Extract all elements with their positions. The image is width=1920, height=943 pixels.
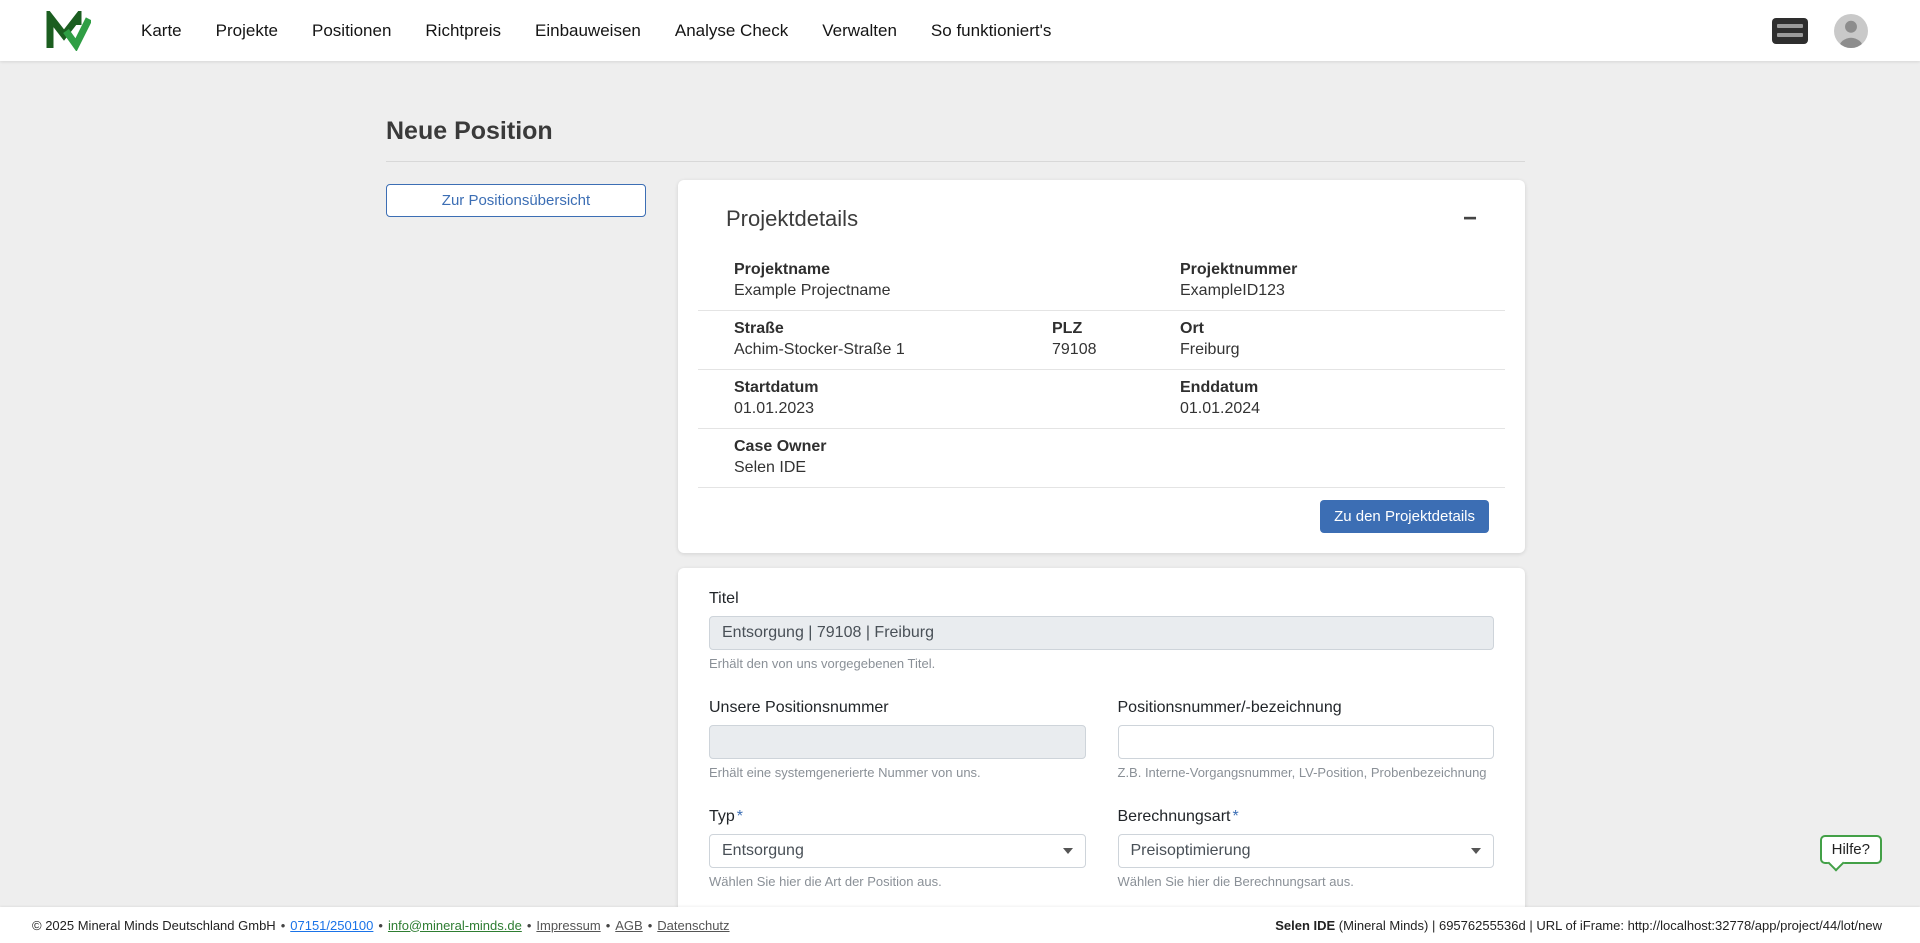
logo-m-check-icon xyxy=(46,6,93,52)
impressum-link[interactable]: Impressum xyxy=(536,918,600,933)
separator-dot: • xyxy=(647,917,653,933)
footer-user-name: Selen IDE xyxy=(1275,917,1336,933)
strasse-label: Straße xyxy=(734,320,784,337)
mineral-minds-logo[interactable] xyxy=(45,6,93,52)
titel-help: Erhält den von uns vorgegebenen Titel. xyxy=(709,656,936,671)
table-row: Projektname Example Projectname Projektn… xyxy=(698,252,1505,311)
main-nav: Karte Projekte Positionen Richtpreis Ein… xyxy=(141,21,1051,41)
berechnungsart-label: Berechnungsart * xyxy=(1118,808,1495,826)
typ-selected-value: Entsorgung xyxy=(722,842,804,859)
unsere-positionsnummer-help: Erhält eine systemgenerierte Nummer von … xyxy=(709,765,981,780)
startdatum-label: Startdatum xyxy=(734,379,819,396)
separator-dot: • xyxy=(280,917,286,933)
nav-projekte[interactable]: Projekte xyxy=(216,21,278,41)
project-details-button[interactable]: Zu den Projektdetails xyxy=(1320,500,1489,533)
separator-dot: • xyxy=(605,917,611,933)
typ-label-text: Typ xyxy=(709,808,735,825)
berechnungsart-selected-value: Preisoptimierung xyxy=(1130,842,1251,859)
footer-session-details: (Mineral Minds) | 69576255536d | URL of … xyxy=(1335,917,1882,933)
positionsnummer-input[interactable] xyxy=(1117,725,1494,759)
project-details-card: Projektdetails − Projektname Example Pro… xyxy=(678,180,1525,553)
berechnungsart-help: Wählen Sie hier die Berechnungsart aus. xyxy=(1117,874,1354,889)
copyright-text: © 2025 Mineral Minds Deutschland GmbH xyxy=(32,917,276,933)
help-button[interactable]: Hilfe? xyxy=(1819,835,1882,864)
chevron-down-icon xyxy=(1471,848,1481,854)
nav-so-funktionierts[interactable]: So funktioniert's xyxy=(931,21,1051,41)
projektname-label: Projektname xyxy=(734,261,831,278)
strasse-value: Achim-Stocker-Straße 1 xyxy=(734,341,905,358)
agb-link[interactable]: AGB xyxy=(615,918,642,933)
titel-group: Titel Erhält den von uns vorgegebenen Ti… xyxy=(709,590,1494,671)
berechnungsart-group: Berechnungsart * Preisoptimierung Wählen … xyxy=(1117,808,1495,889)
berechnungsart-select[interactable]: Preisoptimierung xyxy=(1117,834,1494,868)
separator-dot: • xyxy=(378,917,383,933)
positionsnummer-label: Positionsnummer/-bezeichnung xyxy=(1117,699,1342,716)
typ-label: Typ * xyxy=(709,808,1086,826)
titel-label: Titel xyxy=(709,590,739,607)
datenschutz-link[interactable]: Datenschutz xyxy=(657,918,729,933)
typ-help: Wählen Sie hier die Art der Position aus… xyxy=(709,874,942,889)
separator-dot: • xyxy=(526,917,532,933)
footer-session-info: Selen IDE (Mineral Minds) | 69576255536d… xyxy=(1275,918,1882,933)
startdatum-value: 01.01.2023 xyxy=(734,400,815,417)
collapse-minus-icon[interactable]: − xyxy=(1463,207,1477,231)
projektname-value: Example Projectname xyxy=(734,282,891,299)
back-to-positions-button[interactable]: Zur Positionsübersicht xyxy=(386,184,646,217)
left-column: Zur Positionsübersicht xyxy=(386,180,646,217)
phone-link[interactable]: 07151/250100 xyxy=(290,918,373,933)
positionsnummer-group: Positionsnummer/-bezeichnung Z.B. Intern… xyxy=(1117,699,1494,780)
titel-input xyxy=(709,616,1494,650)
nav-positionen[interactable]: Positionen xyxy=(312,21,391,41)
nav-einbauweisen[interactable]: Einbauweisen xyxy=(535,21,641,41)
enddatum-value: 01.01.2024 xyxy=(1180,400,1261,417)
nav-verwalten[interactable]: Verwalten xyxy=(822,21,897,41)
server-icon[interactable] xyxy=(1772,17,1808,44)
right-column: Projektdetails − Projektname Example Pro… xyxy=(678,180,1525,943)
plz-value: 79108 xyxy=(1052,341,1097,358)
ort-value: Freiburg xyxy=(1180,341,1240,358)
case-owner-value: Selen IDE xyxy=(734,459,807,476)
table-row: Straße Achim-Stocker-Straße 1 PLZ 79108 … xyxy=(698,311,1505,370)
nav-richtpreis[interactable]: Richtpreis xyxy=(425,21,501,41)
chevron-down-icon xyxy=(1062,848,1073,854)
typ-group: Typ * Entsorgung Wählen Sie hier die Art … xyxy=(709,808,1086,889)
ort-label: Ort xyxy=(1180,320,1204,337)
navbar-right xyxy=(1772,13,1868,48)
enddatum-label: Enddatum xyxy=(1180,379,1259,396)
table-row: Startdatum 01.01.2023 Enddatum 01.01.202… xyxy=(698,370,1505,429)
footer: © 2025 Mineral Minds Deutschland GmbH • 07… xyxy=(0,907,1920,943)
project-details-table: Projektname Example Projectname Projektn… xyxy=(698,252,1505,488)
footer-left: © 2025 Mineral Minds Deutschland GmbH • 07… xyxy=(32,918,730,933)
plz-label: PLZ xyxy=(1052,320,1083,337)
positionsnummer-help: Z.B. Interne-Vorgangsnummer, LV-Position… xyxy=(1117,765,1487,780)
required-asterisk: * xyxy=(736,808,744,825)
projektnummer-value: ExampleID123 xyxy=(1180,282,1285,299)
berechnungsart-label-text: Berechnungsart xyxy=(1117,808,1231,825)
projektnummer-label: Projektnummer xyxy=(1180,261,1298,278)
main-content: Neue Position Zur Positionsübersicht Pro… xyxy=(0,61,1525,943)
required-asterisk: * xyxy=(1232,808,1239,825)
typ-select[interactable]: Entsorgung xyxy=(709,834,1086,868)
nav-analyse-check[interactable]: Analyse Check xyxy=(675,21,788,41)
nav-karte[interactable]: Karte xyxy=(141,21,182,41)
unsere-positionsnummer-group: Unsere Positionsnummer Erhält eine syste… xyxy=(709,699,1086,780)
table-row: Case Owner Selen IDE xyxy=(698,429,1505,488)
title-divider xyxy=(386,161,1525,162)
position-form-card: Titel Erhält den von uns vorgegebenen Ti… xyxy=(678,568,1525,943)
unsere-positionsnummer-input xyxy=(709,725,1086,759)
unsere-positionsnummer-label: Unsere Positionsnummer xyxy=(709,699,889,716)
case-owner-label: Case Owner xyxy=(734,438,827,455)
page-title: Neue Position xyxy=(386,117,553,145)
project-card-title: Projektdetails xyxy=(726,206,859,231)
email-link[interactable]: info@mineral-minds.de xyxy=(388,918,522,933)
user-avatar[interactable] xyxy=(1834,13,1868,48)
top-navbar: Karte Projekte Positionen Richtpreis Ein… xyxy=(0,0,1920,61)
